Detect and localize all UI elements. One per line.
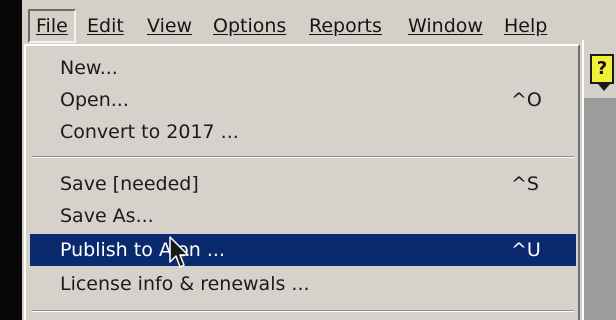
menu-item-new[interactable]: New...	[30, 52, 576, 84]
menu-options[interactable]: Options	[213, 11, 286, 41]
menu-edit-label: Edit	[87, 15, 124, 37]
menu-edit[interactable]: Edit	[87, 11, 124, 41]
menu-view[interactable]: View	[147, 11, 192, 41]
menu-view-label: View	[147, 15, 193, 37]
menu-help-label: Help	[504, 15, 548, 37]
menu-item-open[interactable]: Open... ^O	[30, 84, 576, 116]
menu-reports-label: Reports	[309, 15, 382, 37]
menu-bar: File Edit View Options Reports Window He…	[22, 0, 616, 50]
menu-item-publish-shortcut: ^U	[511, 239, 541, 261]
menu-item-new-label: New...	[60, 57, 118, 79]
menu-reports[interactable]: Reports	[309, 11, 382, 41]
menu-item-save[interactable]: Save [needed] ^S	[30, 168, 576, 200]
window-frame-left	[0, 0, 22, 320]
menu-item-save-as-label: Save As...	[60, 205, 154, 227]
menu-item-open-label: Open...	[60, 89, 129, 111]
file-menu-dropdown: New... Open... ^O Convert to 2017 ... Sa…	[24, 44, 580, 320]
menu-window[interactable]: Window	[408, 11, 483, 41]
help-icon[interactable]: ?	[590, 54, 614, 84]
menu-file-label: File	[36, 15, 68, 37]
menu-item-license[interactable]: License info & renewals ...	[30, 268, 576, 300]
menu-item-license-label: License info & renewals ...	[60, 273, 310, 295]
menu-window-label: Window	[408, 15, 483, 37]
menu-item-publish-label: Publish to Aion ...	[60, 239, 225, 261]
menu-separator-bottom	[32, 310, 574, 312]
menu-item-open-shortcut: ^O	[511, 89, 542, 111]
menu-item-publish[interactable]: Publish to Aion ... ^U	[30, 234, 576, 266]
menu-item-save-label: Save [needed]	[60, 173, 199, 195]
menu-item-convert[interactable]: Convert to 2017 ...	[30, 116, 576, 148]
menu-item-save-shortcut: ^S	[511, 173, 539, 195]
help-icon-pointer	[598, 84, 610, 91]
menu-file[interactable]: File	[28, 9, 76, 43]
menu-separator	[32, 156, 574, 158]
menu-options-label: Options	[213, 15, 287, 37]
menu-help[interactable]: Help	[504, 11, 547, 41]
menu-item-save-as[interactable]: Save As...	[30, 200, 576, 232]
menu-item-convert-label: Convert to 2017 ...	[60, 121, 239, 143]
mouse-pointer-icon	[169, 236, 189, 268]
help-icon-glyph: ?	[596, 58, 608, 79]
